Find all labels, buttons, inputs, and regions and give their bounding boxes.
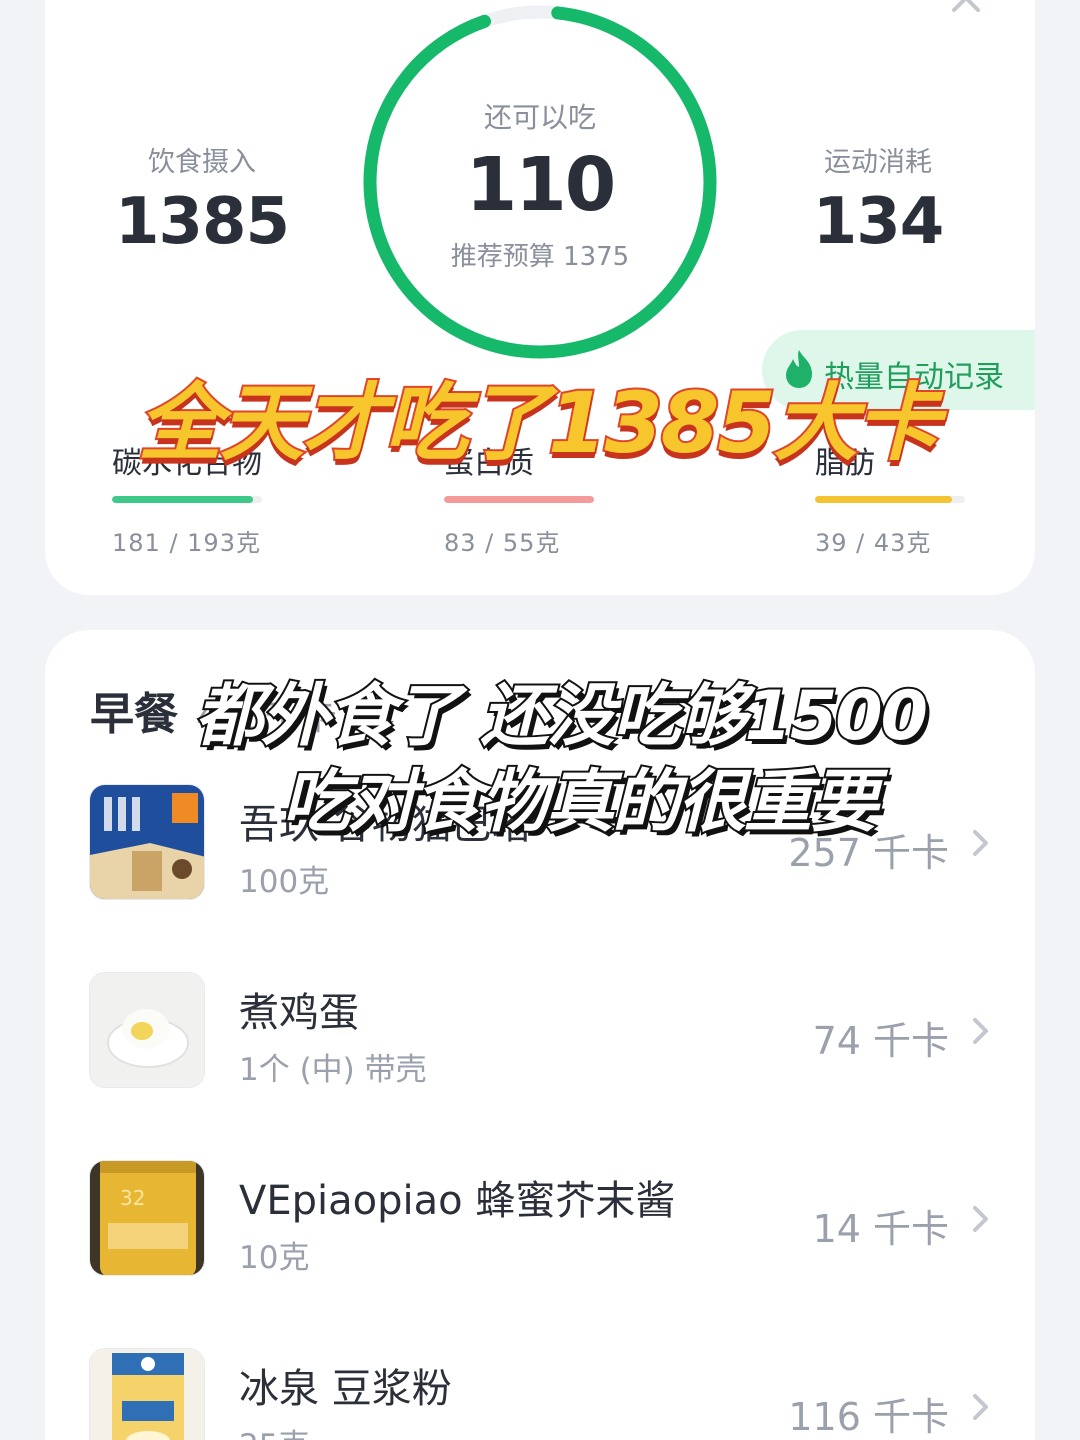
chevron-right-icon — [973, 1206, 988, 1232]
food-name: VEpiaopiao 蜂蜜芥末酱 — [239, 1178, 676, 1224]
exercise-value: 134 — [812, 185, 945, 259]
boiled-egg-thumbnail — [89, 972, 205, 1088]
honey-mustard-jar-thumbnail: 32 — [89, 1160, 205, 1276]
macro-amount: 83 / 55克 — [444, 529, 561, 557]
recommended-budget: 推荐预算 1375 — [450, 242, 630, 272]
close-icon[interactable] — [946, 0, 986, 12]
food-portion: 25克 — [239, 1420, 309, 1440]
food-name: 煮鸡蛋 — [239, 990, 359, 1036]
macro-progress-track — [112, 496, 262, 503]
remaining-label: 还可以吃 — [483, 101, 596, 134]
macro-amount: 181 / 193克 — [112, 529, 261, 557]
macro-progress-track — [815, 496, 965, 503]
svg-text:32: 32 — [120, 1186, 145, 1210]
caption-sub-line-1: 都外食了 还没吃够1500 — [193, 675, 930, 758]
food-portion: 10克 — [239, 1240, 310, 1276]
caption-sub-line-2: 吃对食物真的很重要 — [280, 761, 880, 844]
food-kcal: 74 千卡 — [812, 1019, 949, 1063]
food-portion: 1个 (中) 带壳 — [239, 1052, 427, 1088]
food-portion: 100克 — [239, 864, 330, 900]
macro-progress-fill — [815, 496, 952, 503]
exercise-stat[interactable]: 运动消耗 134 — [758, 140, 998, 259]
chevron-right-icon — [973, 1394, 988, 1420]
intake-value: 1385 — [114, 185, 290, 259]
macro-progress-fill — [112, 496, 253, 503]
meal-title: 早餐 — [90, 689, 178, 740]
chevron-right-icon — [973, 830, 988, 856]
macro-progress-fill — [444, 496, 594, 503]
food-name: 冰泉 豆浆粉 — [239, 1366, 452, 1412]
soy-milk-powder-thumbnail — [89, 1348, 205, 1440]
page: 还可以吃 110 推荐预算 1375 饮食摄入 1385 运动消耗 134 热量… — [0, 0, 1080, 1440]
exercise-label: 运动消耗 — [824, 147, 932, 178]
food-item[interactable]: 32 VEpiaopiao 蜂蜜芥末酱 10克 14 千卡 — [45, 1160, 1035, 1290]
food-item[interactable]: 冰泉 豆浆粉 25克 116 千卡 — [45, 1348, 1035, 1440]
macro-amount: 39 / 43克 — [815, 529, 932, 557]
food-kcal: 116 千卡 — [788, 1395, 949, 1439]
bread-package-thumbnail — [89, 784, 205, 900]
food-kcal: 14 千卡 — [812, 1207, 949, 1251]
food-item[interactable]: 煮鸡蛋 1个 (中) 带壳 74 千卡 — [45, 972, 1035, 1102]
macro-progress-track — [444, 496, 594, 503]
chevron-right-icon — [973, 1018, 988, 1044]
remaining-calories-value: 110 — [465, 142, 616, 228]
intake-label: 饮食摄入 — [148, 147, 256, 178]
caption-main: 全天才吃了1385大卡 — [136, 372, 942, 474]
intake-stat[interactable]: 饮食摄入 1385 — [82, 140, 322, 259]
